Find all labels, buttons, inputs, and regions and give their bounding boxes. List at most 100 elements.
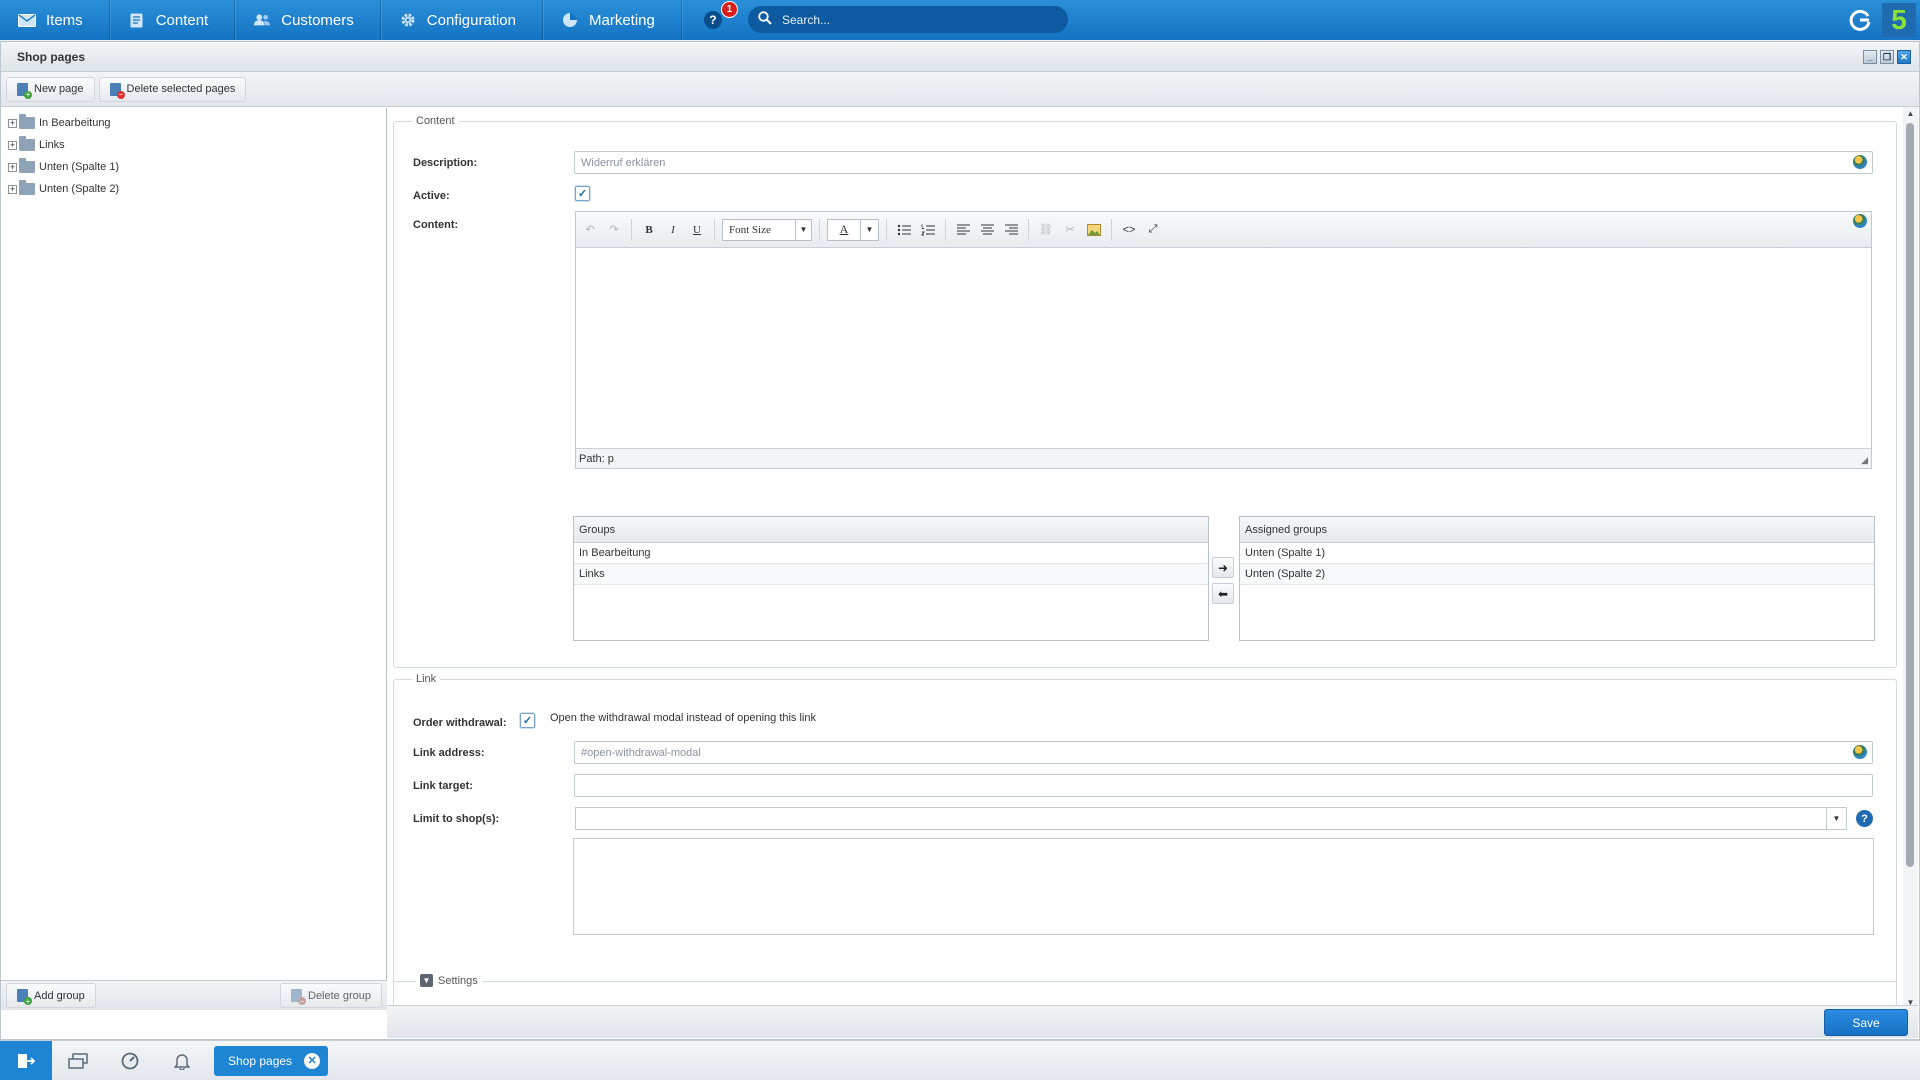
arrow-right-icon[interactable]: ➜ (1212, 557, 1234, 578)
link-icon[interactable]: ⛓ (1036, 220, 1056, 240)
groups-header: Groups (574, 517, 1208, 543)
assigned-groups-row[interactable]: Unten (Spalte 2) (1240, 564, 1874, 585)
undo-icon[interactable]: ↶ (580, 220, 600, 240)
help-icon[interactable]: ? (1856, 810, 1873, 827)
folder-icon (19, 114, 35, 129)
new-page-button[interactable]: + New page (6, 76, 95, 102)
assigned-groups-row[interactable]: Unten (Spalte 1) (1240, 543, 1874, 564)
restore-icon[interactable]: ❐ (1880, 50, 1894, 64)
link-address-field[interactable]: #open-withdrawal-modal (574, 741, 1873, 764)
expand-icon: ▼ (420, 974, 433, 987)
tree-item[interactable]: + Unten (Spalte 2) (1, 178, 386, 200)
description-label: Description: (413, 157, 478, 169)
redo-icon[interactable]: ↷ (604, 220, 624, 240)
nav-content[interactable]: Content (110, 0, 236, 40)
minimize-icon[interactable]: _ (1863, 50, 1877, 64)
toolbar-divider (1111, 218, 1112, 241)
expand-icon[interactable]: + (8, 162, 17, 172)
refresh-icon[interactable] (1848, 8, 1872, 32)
settings-divider (393, 981, 1897, 982)
groups-row[interactable]: Links (574, 564, 1208, 585)
logout-icon[interactable] (0, 1040, 52, 1080)
editor-content-area[interactable] (576, 248, 1871, 448)
gear-icon (399, 13, 417, 27)
globe-icon[interactable] (1853, 155, 1867, 169)
expand-icon[interactable]: + (8, 184, 17, 194)
resize-handle-icon[interactable]: ◢ (1861, 455, 1868, 466)
save-button[interactable]: Save (1824, 1009, 1908, 1036)
pie-chart-icon (561, 13, 579, 27)
selected-shops-box[interactable] (573, 838, 1874, 935)
tree-item[interactable]: + In Bearbeitung (1, 112, 386, 134)
order-withdrawal-checkbox[interactable]: ✓ (520, 713, 535, 728)
editor-path: Path: p (579, 452, 614, 465)
expand-icon[interactable]: + (8, 140, 17, 150)
unlink-icon[interactable]: ✂ (1060, 220, 1080, 240)
help-button[interactable]: ? 1 (703, 1, 738, 29)
globe-icon[interactable] (1853, 745, 1867, 759)
underline-icon[interactable]: U (687, 220, 707, 240)
nav-customers[interactable]: Customers (235, 0, 381, 40)
nav-content-label: Content (155, 11, 209, 29)
folder-icon (19, 180, 35, 195)
form-scrollbar[interactable]: ▲ ▼ (1903, 107, 1918, 1009)
tree-item[interactable]: + Links (1, 134, 386, 156)
globe-icon[interactable] (1853, 214, 1867, 228)
document-icon (128, 13, 146, 27)
image-icon[interactable] (1084, 220, 1104, 240)
arrow-left-icon[interactable]: ⬅ (1212, 583, 1234, 604)
delete-group-icon: − (291, 989, 306, 1006)
bullet-list-icon[interactable] (894, 220, 914, 240)
windows-icon[interactable] (52, 1041, 104, 1080)
description-field[interactable]: Widerruf erklären (574, 151, 1873, 174)
delete-pages-button[interactable]: − Delete selected pages (98, 76, 247, 102)
text-color-picker[interactable]: A ▼ (827, 218, 879, 241)
add-group-label: Add group (34, 989, 85, 1002)
order-withdrawal-label: Order withdrawal: (413, 717, 507, 729)
nav-configuration[interactable]: Configuration (381, 0, 543, 40)
align-right-icon[interactable] (1001, 220, 1021, 240)
numbered-list-icon[interactable] (918, 220, 938, 240)
link-address-label: Link address: (413, 747, 485, 759)
source-code-icon[interactable]: <> (1119, 220, 1139, 240)
bell-icon[interactable] (156, 1041, 208, 1080)
limit-shop-select[interactable]: ▼ (575, 807, 1847, 830)
groups-row[interactable]: In Bearbeitung (574, 543, 1208, 564)
nav-marketing-label: Marketing (589, 11, 655, 29)
expand-icon[interactable]: + (8, 118, 17, 128)
link-target-field[interactable] (574, 774, 1873, 797)
close-tab-icon[interactable]: ✕ (304, 1052, 321, 1069)
search-icon (758, 11, 772, 28)
font-size-select[interactable]: Font Size ▼ (722, 218, 812, 241)
tree-item-label: Unten (Spalte 1) (39, 161, 120, 173)
nav-items[interactable]: Items (0, 0, 110, 40)
new-page-icon: + (17, 82, 32, 99)
align-center-icon[interactable] (977, 220, 997, 240)
add-group-button[interactable]: + Add group (6, 983, 96, 1008)
active-label: Active: (413, 190, 450, 202)
nav-items-label: Items (46, 11, 83, 29)
scroll-thumb[interactable] (1906, 123, 1914, 867)
nav-customers-label: Customers (281, 11, 354, 29)
nav-marketing[interactable]: Marketing (543, 0, 682, 40)
active-checkbox[interactable]: ✓ (575, 186, 590, 201)
close-icon[interactable]: ✕ (1897, 50, 1911, 64)
dashboard-icon[interactable] (104, 1041, 156, 1080)
search-input[interactable] (782, 12, 1042, 27)
align-left-icon[interactable] (953, 220, 973, 240)
window-title-bar: Shop pages _ ❐ ✕ (1, 42, 1919, 72)
text-color-icon: A (839, 222, 849, 236)
delete-group-button[interactable]: − Delete group (280, 983, 382, 1008)
fullscreen-icon[interactable]: ⤢ (1143, 220, 1163, 240)
content-legend: Content (416, 115, 455, 127)
scroll-up-icon[interactable]: ▲ (1906, 109, 1915, 118)
tree-toolbar: + Add group − Delete group (1, 980, 387, 1010)
groups-grid: Groups In Bearbeitung Links (573, 516, 1209, 641)
taskbar-tab-shop-pages[interactable]: Shop pages ✕ (214, 1045, 329, 1076)
editor-status-bar: Path: p ◢ (576, 448, 1871, 468)
assigned-groups-grid: Assigned groups Unten (Spalte 1) Unten (… (1239, 516, 1875, 641)
settings-toggle[interactable]: ▼ Settings (416, 974, 482, 987)
tree-item[interactable]: + Unten (Spalte 1) (1, 156, 386, 178)
italic-icon[interactable]: I (663, 220, 683, 240)
bold-icon[interactable]: B (639, 220, 659, 240)
